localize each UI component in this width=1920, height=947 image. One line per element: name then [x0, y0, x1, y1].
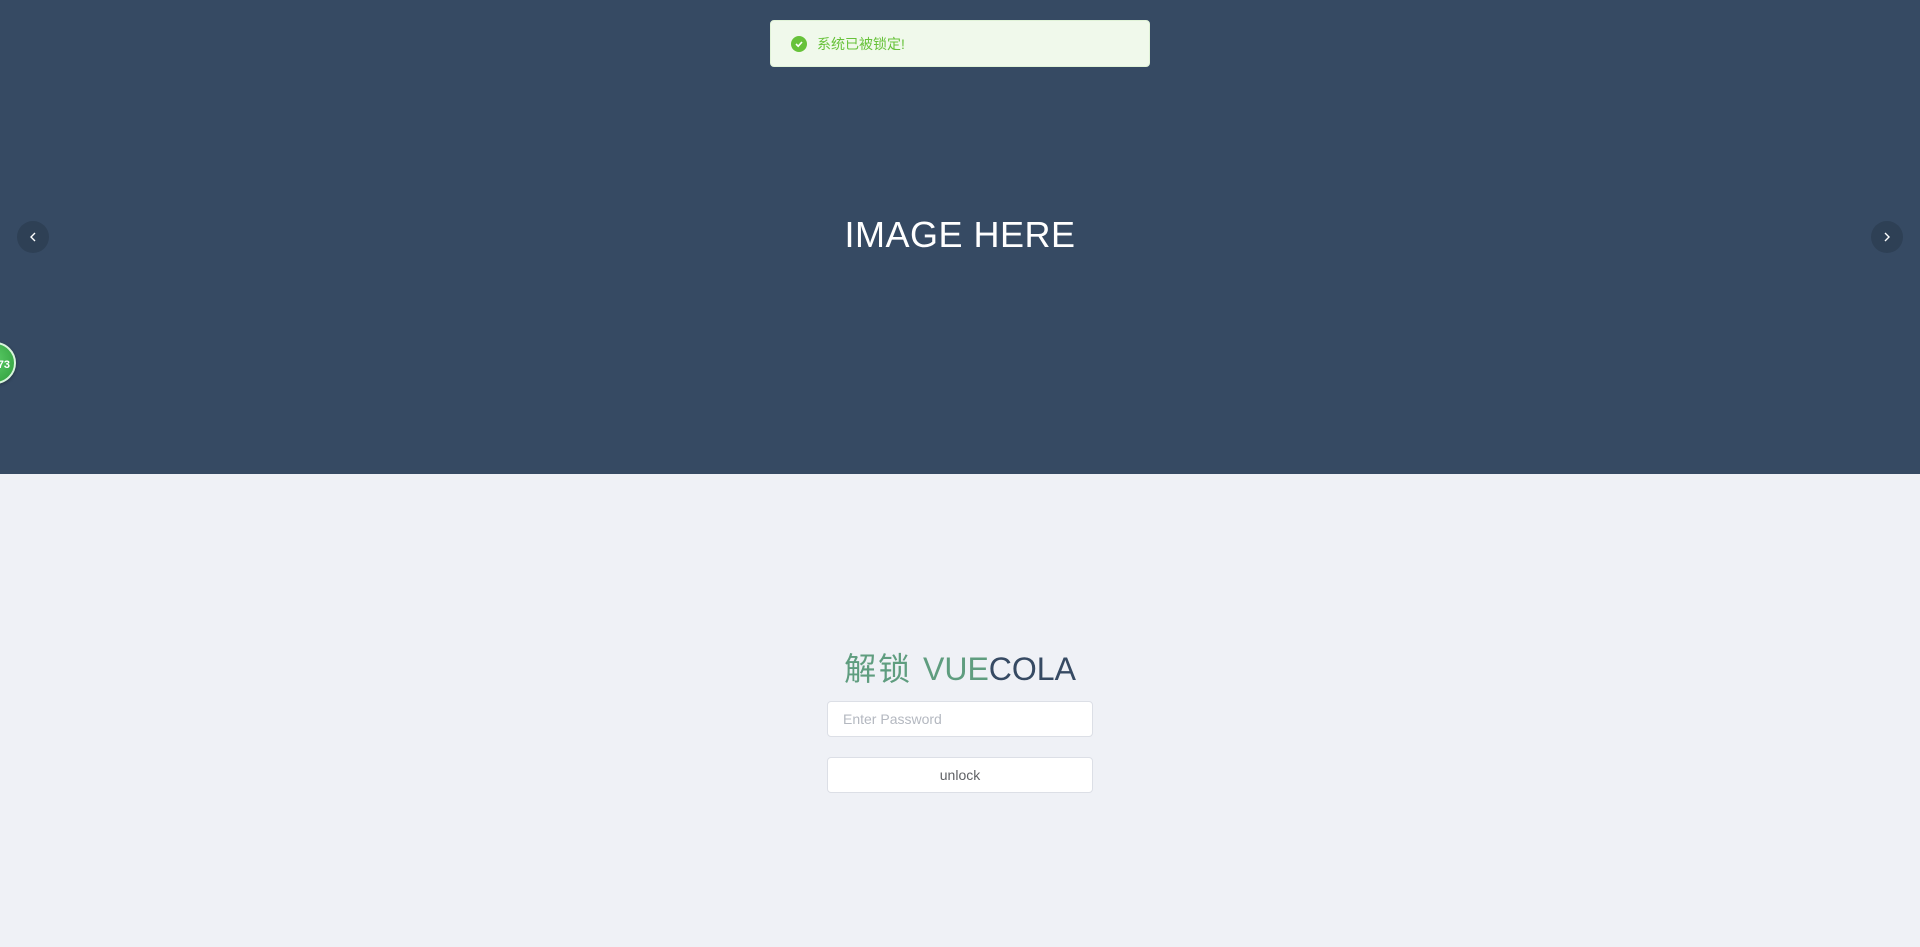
unlock-button[interactable]: unlock — [827, 757, 1093, 793]
carousel-prev-button[interactable] — [17, 221, 49, 253]
password-input[interactable] — [827, 701, 1093, 737]
carousel-caption: IMAGE HERE — [844, 214, 1076, 255]
lock-title-brand-cola: COLA — [988, 651, 1076, 687]
toast-message: 系统已被锁定! — [817, 35, 905, 52]
success-toast: 系统已被锁定! — [770, 20, 1150, 67]
chevron-left-icon — [30, 232, 36, 242]
carousel-next-button[interactable] — [1871, 221, 1903, 253]
image-carousel: IMAGE HERE 73 — [0, 0, 1920, 474]
lock-screen: IMAGE HERE 73 系统已被锁定! 解锁 VUECOLA unlock — [0, 0, 1920, 947]
lock-title-brand-vue: VUE — [922, 651, 989, 687]
check-circle-icon — [791, 35, 807, 52]
lock-title: 解锁 VUECOLA — [0, 644, 1920, 690]
floating-badge[interactable]: 73 — [0, 342, 16, 384]
chevron-right-icon — [1884, 232, 1890, 242]
lock-title-prefix: 解锁 — [844, 651, 923, 687]
